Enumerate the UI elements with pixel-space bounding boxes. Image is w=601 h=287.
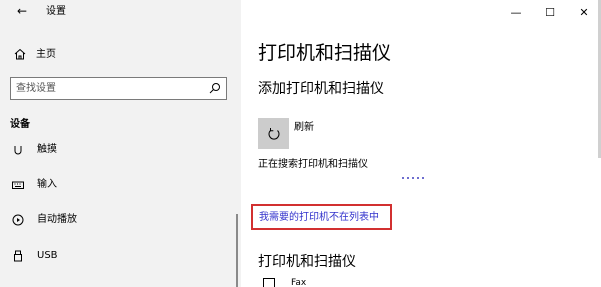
sidebar-item-label: 输入 xyxy=(37,179,57,190)
app-title: 设置 xyxy=(46,6,66,17)
highlight-box: 我需要的打印机不在列表中 xyxy=(251,204,392,230)
refresh-button[interactable] xyxy=(258,118,289,149)
back-button[interactable]: ← xyxy=(12,2,32,20)
progress-dot xyxy=(412,177,414,179)
main-content: 打印机和扫描仪 添加打印机和扫描仪 刷新 正在搜索打印机和扫描仪 我需要的打印机… xyxy=(241,0,601,287)
searching-status: 正在搜索打印机和扫描仪 xyxy=(258,159,368,170)
usb-icon xyxy=(14,250,22,262)
refresh-icon xyxy=(268,127,279,139)
back-arrow-icon: ← xyxy=(16,4,28,18)
keyboard-icon xyxy=(12,181,24,189)
sidebar-item-label: 触摸 xyxy=(37,144,57,155)
progress-dot xyxy=(422,177,424,179)
progress-indicator xyxy=(402,177,424,179)
printer-item-fax[interactable]: Fax xyxy=(263,278,306,287)
home-icon xyxy=(14,48,26,60)
progress-dot xyxy=(407,177,409,179)
section-heading: 设备 xyxy=(10,119,30,130)
sidebar-item-label: 主页 xyxy=(36,48,56,60)
maximize-icon: ☐ xyxy=(545,5,555,19)
sidebar-item-usb[interactable]: USB xyxy=(0,245,236,267)
search-input[interactable] xyxy=(16,81,201,96)
sidebar-item-label: USB xyxy=(37,250,58,261)
sidebar: ← 设置 主页 设备 触摸 输入 自动播放 xyxy=(0,0,241,287)
sidebar-item-autoplay[interactable]: 自动播放 xyxy=(0,209,236,231)
printer-not-listed-link[interactable]: 我需要的打印机不在列表中 xyxy=(259,211,379,224)
minimize-button[interactable]: — xyxy=(499,0,533,24)
printer-name: Fax xyxy=(291,278,307,287)
progress-dot xyxy=(402,177,404,179)
refresh-label[interactable]: 刷新 xyxy=(294,121,314,134)
search-box xyxy=(10,77,227,100)
printer-icon xyxy=(263,278,275,287)
search-icon[interactable] xyxy=(209,82,221,94)
add-printers-heading: 添加打印机和扫描仪 xyxy=(258,81,384,97)
touchpad-icon xyxy=(14,146,22,155)
caption-buttons: — ☐ ✕ xyxy=(499,0,601,24)
autoplay-icon xyxy=(12,214,24,226)
sidebar-item-touchpad[interactable]: 触摸 xyxy=(0,139,236,161)
close-button[interactable]: ✕ xyxy=(567,0,601,24)
sidebar-item-label: 自动播放 xyxy=(37,214,77,225)
maximize-button[interactable]: ☐ xyxy=(533,0,567,24)
close-icon: ✕ xyxy=(579,5,589,19)
sidebar-scrollbar[interactable] xyxy=(236,214,238,287)
page-title: 打印机和扫描仪 xyxy=(258,42,392,64)
progress-dot xyxy=(417,177,419,179)
printers-section-heading: 打印机和扫描仪 xyxy=(258,254,356,270)
minimize-icon: — xyxy=(510,5,522,19)
sidebar-item-home[interactable]: 主页 xyxy=(14,46,56,62)
sidebar-item-input[interactable]: 输入 xyxy=(0,174,236,196)
